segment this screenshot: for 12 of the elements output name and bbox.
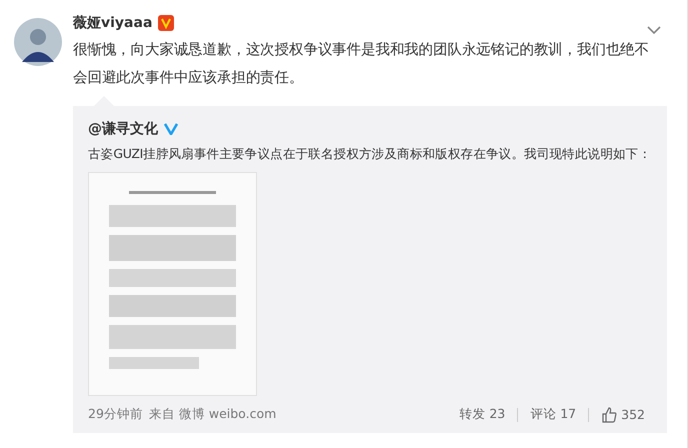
author-name[interactable]: 薇娅viyaaa [73, 14, 152, 32]
chevron-down-icon[interactable] [647, 26, 661, 34]
post-text: 很惭愧，向大家诚恳道歉，这次授权争议事件是我和我的团队永远铭记的教训，我们也绝不会回避此次事件中应该承担的责任。 [73, 40, 650, 88]
repost-button[interactable]: 转发 23 [459, 406, 506, 423]
repost-author[interactable]: @谦寻文化 [88, 120, 158, 138]
repost-text: 古姿GUZI挂脖风扇事件主要争议点在于联名授权方涉及商标和版权存在争议。我司现特此说明如下： [88, 146, 652, 162]
thumbs-up-icon [601, 406, 618, 422]
avatar[interactable] [14, 18, 62, 66]
like-button[interactable]: 352 [601, 406, 645, 422]
comment-button[interactable]: 评论 17 [530, 406, 576, 423]
post-source: 来自 微博 weibo.com [148, 406, 276, 423]
post-time: 29分钟前 [88, 406, 143, 423]
